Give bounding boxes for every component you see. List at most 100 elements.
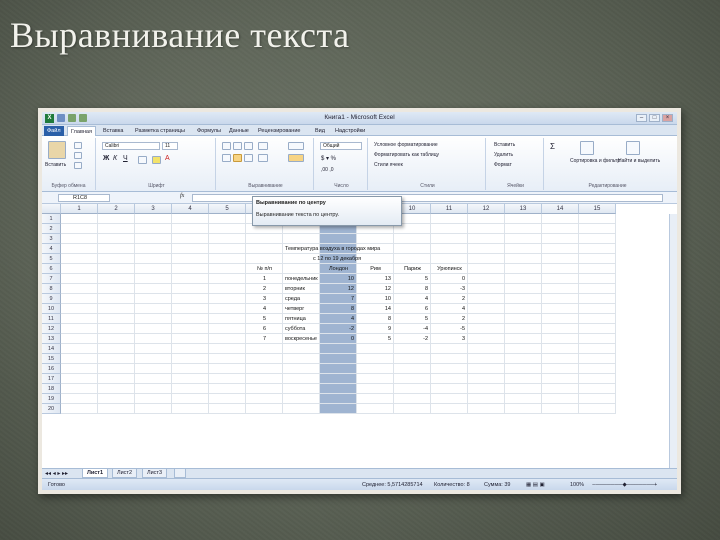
grid-cell[interactable] xyxy=(98,354,135,364)
grid-cell[interactable] xyxy=(542,244,579,254)
sheet-tab-2[interactable]: Лист2 xyxy=(112,469,138,478)
grid-cell[interactable] xyxy=(135,294,172,304)
grid-cell[interactable] xyxy=(135,344,172,354)
row-header[interactable]: 20 xyxy=(42,404,61,414)
grid-cell[interactable] xyxy=(172,344,209,354)
grid-cell[interactable] xyxy=(468,214,505,224)
grid-cell[interactable] xyxy=(394,394,431,404)
grid-cell[interactable] xyxy=(542,384,579,394)
grid-cell[interactable] xyxy=(98,224,135,234)
wrap-text-icon[interactable] xyxy=(288,142,304,150)
font-name-select[interactable]: Calibri xyxy=(102,142,160,150)
grid-cell[interactable] xyxy=(283,374,320,384)
minimize-button[interactable]: – xyxy=(636,114,647,122)
grid-cell[interactable] xyxy=(431,224,468,234)
row-header[interactable]: 3 xyxy=(42,234,61,244)
grid-cell[interactable] xyxy=(61,254,98,264)
grid-cell[interactable] xyxy=(172,234,209,244)
grid-cell[interactable] xyxy=(283,404,320,414)
cut-icon[interactable] xyxy=(74,142,82,149)
grid-cell[interactable] xyxy=(172,224,209,234)
grid-cell[interactable] xyxy=(468,334,505,344)
grid-cell[interactable] xyxy=(468,394,505,404)
insert-cells-button[interactable]: Вставить xyxy=(494,142,515,148)
grid-cell[interactable] xyxy=(209,404,246,414)
column-header[interactable]: 12 xyxy=(468,204,505,214)
sort-filter-icon[interactable] xyxy=(580,141,594,155)
grid-cell[interactable] xyxy=(468,284,505,294)
grid-cell[interactable] xyxy=(246,374,283,384)
grid-cell[interactable] xyxy=(542,214,579,224)
row-header[interactable]: 1 xyxy=(42,214,61,224)
grid-cell[interactable] xyxy=(98,294,135,304)
grid-cell[interactable] xyxy=(579,344,616,354)
grid-cell[interactable] xyxy=(98,334,135,344)
grid-cell[interactable] xyxy=(172,394,209,404)
grid-cell[interactable] xyxy=(357,404,394,414)
grid-cell[interactable] xyxy=(98,254,135,264)
grid-cell[interactable] xyxy=(283,364,320,374)
grid-cell[interactable] xyxy=(431,344,468,354)
row-header[interactable]: 11 xyxy=(42,314,61,324)
grid-cell[interactable] xyxy=(246,254,283,264)
grid-cell[interactable] xyxy=(579,394,616,404)
grid-cell[interactable] xyxy=(209,354,246,364)
grid-cell[interactable] xyxy=(98,324,135,334)
grid-cell[interactable] xyxy=(468,234,505,244)
grid-cell[interactable] xyxy=(209,254,246,264)
grid-cell[interactable] xyxy=(394,234,431,244)
grid-cell[interactable] xyxy=(542,354,579,364)
grid-cell[interactable] xyxy=(61,274,98,284)
grid-cell[interactable] xyxy=(505,274,542,284)
grid-cell[interactable] xyxy=(172,254,209,264)
grid-cell[interactable] xyxy=(209,224,246,234)
align-middle-icon[interactable] xyxy=(233,142,242,150)
grid-cell[interactable] xyxy=(209,374,246,384)
grid-cell[interactable] xyxy=(172,294,209,304)
orientation-icon[interactable] xyxy=(258,142,268,150)
tab-data[interactable]: Данные xyxy=(226,126,252,136)
grid-cell[interactable] xyxy=(209,274,246,284)
tab-page-layout[interactable]: Разметка страницы xyxy=(132,126,188,136)
row-header[interactable]: 8 xyxy=(42,284,61,294)
grid-cell[interactable] xyxy=(505,314,542,324)
grid-cell[interactable] xyxy=(135,244,172,254)
row-header[interactable]: 17 xyxy=(42,374,61,384)
bold-button[interactable]: Ж xyxy=(103,155,109,162)
grid-cell[interactable] xyxy=(468,264,505,274)
align-top-icon[interactable] xyxy=(222,142,231,150)
grid-cell[interactable] xyxy=(542,274,579,284)
zoom-level[interactable]: 100% xyxy=(570,482,584,488)
grid-cell[interactable] xyxy=(542,264,579,274)
grid-cell[interactable] xyxy=(579,354,616,364)
column-header[interactable]: 2 xyxy=(98,204,135,214)
grid-cell[interactable] xyxy=(542,284,579,294)
grid-cell[interactable] xyxy=(246,234,283,244)
grid-cell[interactable] xyxy=(172,244,209,254)
fill-color-icon[interactable] xyxy=(152,156,161,164)
grid-cell[interactable] xyxy=(505,254,542,264)
grid-cell[interactable] xyxy=(283,344,320,354)
grid-cell[interactable] xyxy=(61,244,98,254)
grid-cell[interactable] xyxy=(61,404,98,414)
grid-cell[interactable] xyxy=(61,384,98,394)
grid-cell[interactable] xyxy=(357,364,394,374)
grid-cell[interactable] xyxy=(505,374,542,384)
grid-cell[interactable] xyxy=(135,304,172,314)
format-painter-icon[interactable] xyxy=(74,162,82,169)
grid-cell[interactable] xyxy=(61,364,98,374)
grid-cell[interactable] xyxy=(320,394,357,404)
conditional-format-button[interactable]: Условное форматирование xyxy=(374,142,438,148)
grid-cell[interactable] xyxy=(579,284,616,294)
grid-cell[interactable] xyxy=(61,224,98,234)
column-header[interactable]: 15 xyxy=(579,204,616,214)
align-bottom-icon[interactable] xyxy=(244,142,253,150)
grid-cell[interactable] xyxy=(542,254,579,264)
grid-cell[interactable] xyxy=(431,214,468,224)
grid-cell[interactable] xyxy=(505,284,542,294)
new-sheet-icon[interactable] xyxy=(174,469,186,478)
decimal-icon[interactable]: ,00 ,0 xyxy=(321,167,334,173)
grid-cell[interactable] xyxy=(394,364,431,374)
row-header[interactable]: 4 xyxy=(42,244,61,254)
grid-cell[interactable] xyxy=(172,314,209,324)
